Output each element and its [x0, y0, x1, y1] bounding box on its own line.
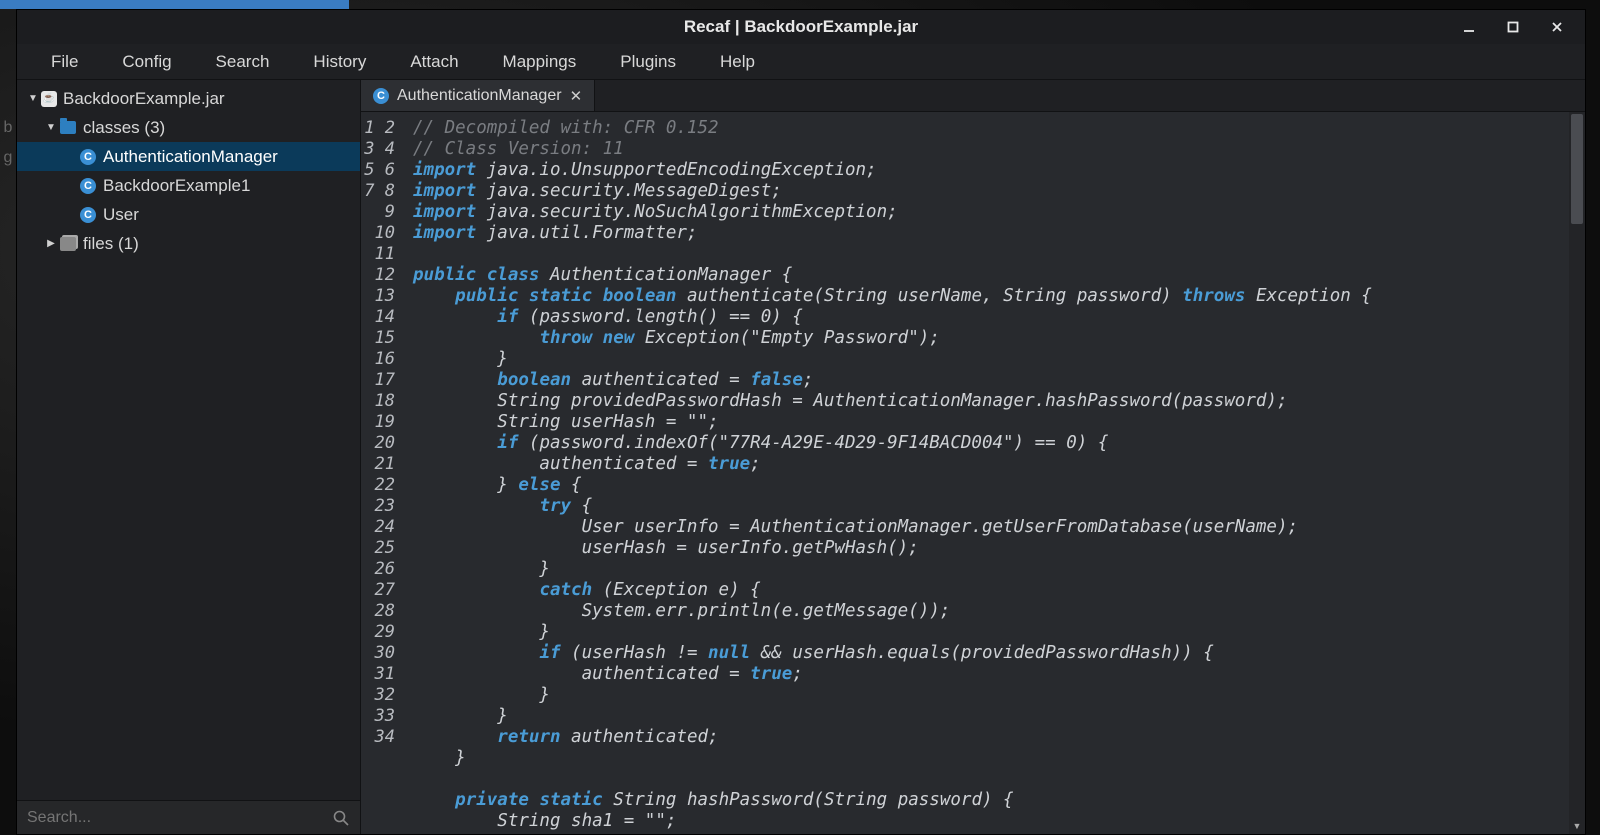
menu-mappings[interactable]: Mappings [481, 46, 599, 78]
vertical-scrollbar[interactable]: ▲ ▼ [1569, 112, 1585, 834]
search-bar [17, 800, 360, 834]
window-controls [1447, 10, 1579, 44]
tree-root-jar[interactable]: ▼ ☕ BackdoorExample.jar [17, 84, 360, 113]
menu-plugins[interactable]: Plugins [598, 46, 698, 78]
taskbar-fragment [0, 0, 349, 9]
editor-pane: C AuthenticationManager ✕ 1 2 3 4 5 6 7 … [361, 80, 1585, 834]
menu-config[interactable]: Config [100, 46, 193, 78]
tree-class-backdoorexample1[interactable]: C BackdoorExample1 [17, 171, 360, 200]
desktop: bg Recaf | BackdoorExample.jar FileConfi… [0, 0, 1600, 835]
tree-item-label: BackdoorExample1 [103, 176, 250, 196]
menu-attach[interactable]: Attach [388, 46, 480, 78]
class-icon: C [80, 207, 96, 223]
class-icon: C [80, 149, 96, 165]
tree-item-label: AuthenticationManager [103, 147, 278, 167]
jar-icon: ☕ [41, 91, 57, 107]
chevron-right-icon: ▶ [43, 238, 59, 249]
body-area: ▼ ☕ BackdoorExample.jar ▼ classes (3) CA… [17, 80, 1585, 834]
tree-files-folder[interactable]: ▶ files (1) [17, 229, 360, 258]
app-window: Recaf | BackdoorExample.jar FileConfigSe… [16, 9, 1586, 835]
tree-files-label: files (1) [83, 234, 139, 254]
search-icon[interactable] [332, 809, 350, 827]
close-button[interactable] [1535, 13, 1579, 41]
file-tree[interactable]: ▼ ☕ BackdoorExample.jar ▼ classes (3) CA… [17, 80, 360, 800]
tree-class-authenticationmanager[interactable]: C AuthenticationManager [17, 142, 360, 171]
minimize-button[interactable] [1447, 13, 1491, 41]
chevron-down-icon: ▼ [43, 122, 59, 133]
scrollbar-thumb[interactable] [1571, 114, 1583, 224]
left-dock-stub: bg [0, 113, 16, 203]
tab-label: AuthenticationManager [397, 87, 562, 105]
sidebar: ▼ ☕ BackdoorExample.jar ▼ classes (3) CA… [17, 80, 361, 834]
code-area: 1 2 3 4 5 6 7 8 9 10 11 12 13 14 15 16 1… [361, 112, 1585, 834]
class-icon: C [373, 88, 389, 104]
close-icon[interactable]: ✕ [570, 87, 583, 105]
tree-classes-label: classes (3) [83, 118, 165, 138]
menubar: FileConfigSearchHistoryAttachMappingsPlu… [17, 44, 1585, 80]
tree-root-label: BackdoorExample.jar [63, 89, 225, 109]
files-icon [60, 237, 76, 251]
search-input[interactable] [27, 809, 332, 827]
scroll-down-icon[interactable]: ▼ [1569, 818, 1585, 834]
titlebar[interactable]: Recaf | BackdoorExample.jar [17, 10, 1585, 44]
tree-class-user[interactable]: C User [17, 200, 360, 229]
tabstrip: C AuthenticationManager ✕ [361, 80, 1585, 112]
menu-file[interactable]: File [29, 46, 100, 78]
menu-search[interactable]: Search [194, 46, 292, 78]
tab-authenticationmanager[interactable]: C AuthenticationManager ✕ [361, 80, 595, 111]
folder-icon [60, 121, 76, 134]
window-title: Recaf | BackdoorExample.jar [684, 17, 918, 37]
tree-classes-folder[interactable]: ▼ classes (3) [17, 113, 360, 142]
line-gutter: 1 2 3 4 5 6 7 8 9 10 11 12 13 14 15 16 1… [361, 112, 403, 834]
chevron-down-icon: ▼ [25, 93, 41, 104]
maximize-button[interactable] [1491, 13, 1535, 41]
menu-help[interactable]: Help [698, 46, 777, 78]
menu-history[interactable]: History [291, 46, 388, 78]
code-content[interactable]: // Decompiled with: CFR 0.152 // Class V… [403, 112, 1569, 834]
class-icon: C [80, 178, 96, 194]
tree-item-label: User [103, 205, 139, 225]
